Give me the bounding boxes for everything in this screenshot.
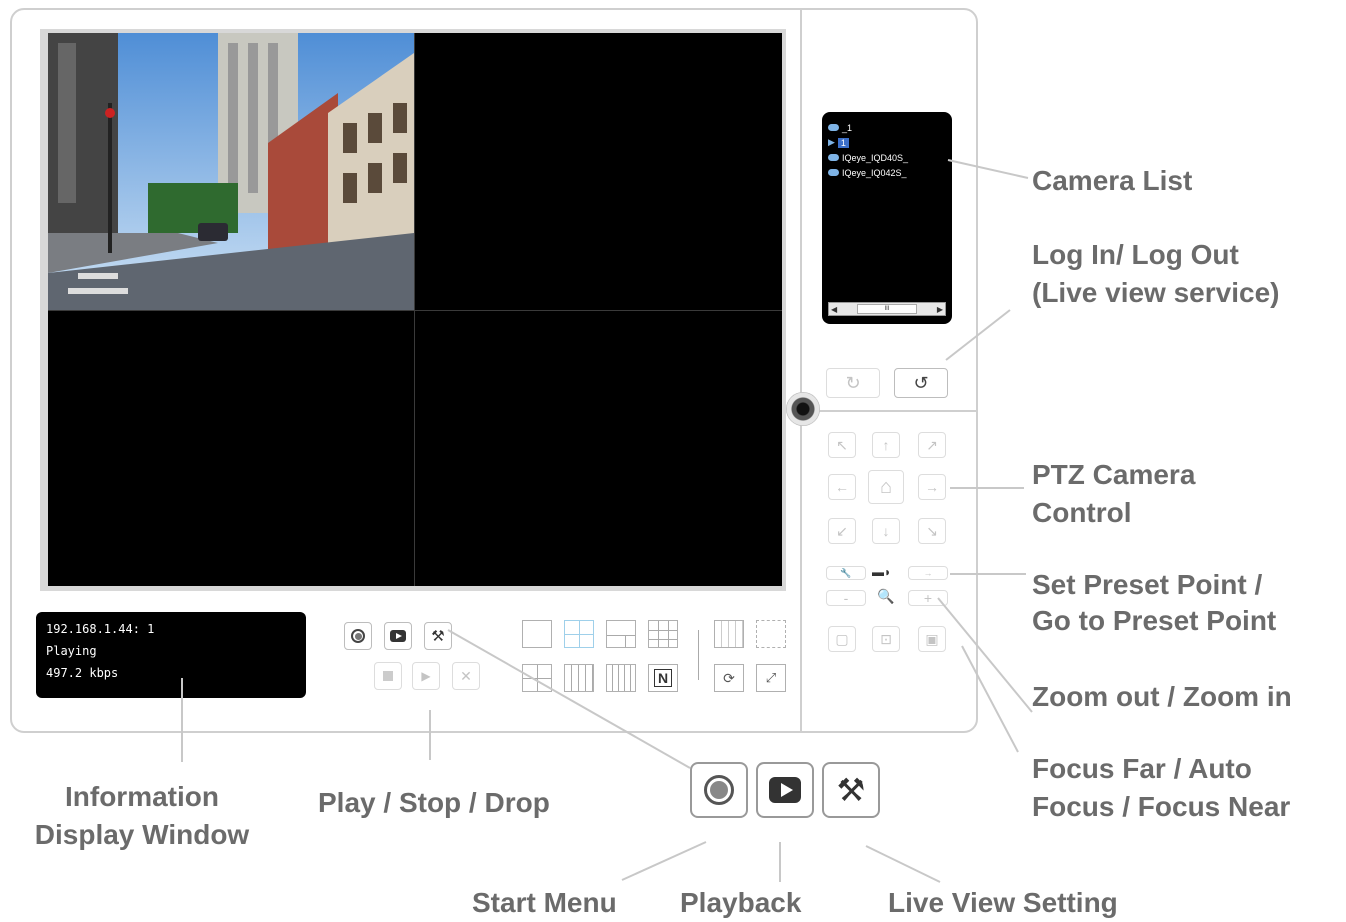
callout-play-stop: Play / Stop / Drop [318, 787, 550, 818]
callout-start-menu: Start Menu [472, 887, 617, 918]
callout-login-1: Log In/ Log Out [1032, 239, 1239, 270]
callout-focus-2: Focus / Focus Near [1032, 791, 1291, 822]
callout-live-view-setting: Live View Setting [888, 887, 1118, 918]
callout-zoom: Zoom out / Zoom in [1032, 681, 1292, 712]
callout-info-2: Display Window [34, 819, 250, 850]
callout-playback: Playback [680, 887, 802, 918]
callout-preset-2: Go to Preset Point [1032, 605, 1277, 636]
callout-login-2: (Live view service) [1032, 277, 1280, 308]
callout-info-1: Information [65, 781, 219, 812]
callout-ptz-2: Control [1032, 497, 1132, 528]
callout-camera-list: Camera List [1032, 165, 1193, 196]
callout-ptz-1: PTZ Camera [1032, 459, 1196, 490]
callout-focus-1: Focus Far / Auto [1032, 753, 1252, 784]
callout-preset-1: Set Preset Point / [1032, 569, 1263, 600]
